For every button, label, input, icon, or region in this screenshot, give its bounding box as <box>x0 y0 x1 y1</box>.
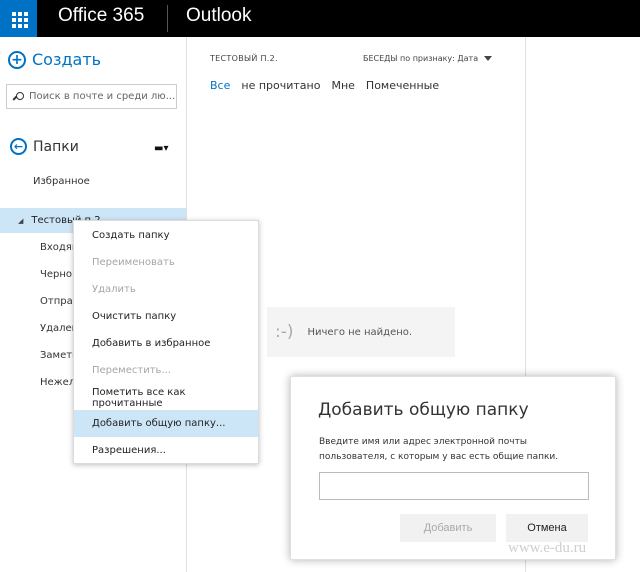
pin-icon[interactable]: ▬▾ <box>154 143 168 154</box>
menu-item-empty-folder[interactable]: Очистить папку <box>74 303 258 330</box>
new-message-label: Создать <box>32 50 102 69</box>
empty-state: :-) Ничего не найдено. <box>267 307 455 357</box>
context-menu: Создать папку Переименовать Удалить Очис… <box>73 220 259 464</box>
user-name-input[interactable] <box>319 472 589 500</box>
sort-dropdown[interactable]: БЕСЕДЫ по признаку: Дата <box>363 54 493 63</box>
filter-to-me[interactable]: Мне <box>331 79 354 92</box>
menu-item-delete: Удалить <box>92 284 136 295</box>
topbar-divider <box>167 5 168 32</box>
folder-item[interactable]: Черно <box>40 269 72 280</box>
menu-item-move: Переместить... <box>92 365 171 376</box>
app-title[interactable]: Outlook <box>186 5 251 27</box>
empty-message: Ничего не найдено. <box>307 326 413 338</box>
dialog-description: Введите имя или адрес электронной почты … <box>319 437 559 462</box>
folder-item[interactable]: Отпра <box>40 296 73 307</box>
caret-down-icon <box>484 56 493 61</box>
new-message-button[interactable]: + Создать <box>8 50 101 69</box>
brand-title[interactable]: Office 365 <box>58 5 144 27</box>
menu-item-mark-all-read[interactable]: Пометить все как прочитанные <box>74 384 258 411</box>
search-icon <box>13 91 24 102</box>
menu-item-rename: Переименовать <box>92 257 175 268</box>
folder-item[interactable]: Нежел <box>40 377 75 388</box>
menu-item-permissions[interactable]: Разрешения... <box>74 437 258 464</box>
add-shared-folder-dialog: Добавить общую папку Введите имя или адр… <box>290 376 616 560</box>
menu-item-add-shared-folder[interactable]: Добавить общую папку... <box>74 410 258 437</box>
menu-item-create-folder[interactable]: Создать папку <box>74 222 258 249</box>
favorites-item[interactable]: Избранное <box>33 176 90 187</box>
filter-tabs: Все не прочитано Мне Помеченные <box>210 79 439 92</box>
search-input[interactable]: Поиск в почте и среди лю... <box>6 84 177 109</box>
plus-icon: + <box>8 50 26 69</box>
filter-unread[interactable]: не прочитано <box>241 79 320 92</box>
add-button[interactable]: Добавить <box>400 514 496 542</box>
watermark: www.e-du.ru <box>508 540 587 556</box>
top-bar: Office 365 Outlook <box>0 0 640 37</box>
cancel-button[interactable]: Отмена <box>506 514 588 542</box>
app-launcher-icon[interactable] <box>0 0 37 37</box>
filter-flagged[interactable]: Помеченные <box>366 79 439 92</box>
smiley-icon: :-) <box>275 322 294 342</box>
sort-label: БЕСЕДЫ по признаку: Дата <box>363 54 479 63</box>
folders-label: Папки <box>33 138 79 155</box>
search-placeholder: Поиск в почте и среди лю... <box>29 91 176 102</box>
back-arrow-icon[interactable]: ← <box>10 138 27 155</box>
message-list-title: ТЕСТОВЫЙ П.2. <box>210 54 278 63</box>
folders-header[interactable]: ← Папки <box>10 138 79 155</box>
collapse-triangle-icon[interactable]: ◢ <box>18 217 23 225</box>
filter-all[interactable]: Все <box>210 79 230 92</box>
menu-item-add-favorite[interactable]: Добавить в избранное <box>74 330 258 357</box>
dialog-title: Добавить общую папку <box>318 400 529 420</box>
